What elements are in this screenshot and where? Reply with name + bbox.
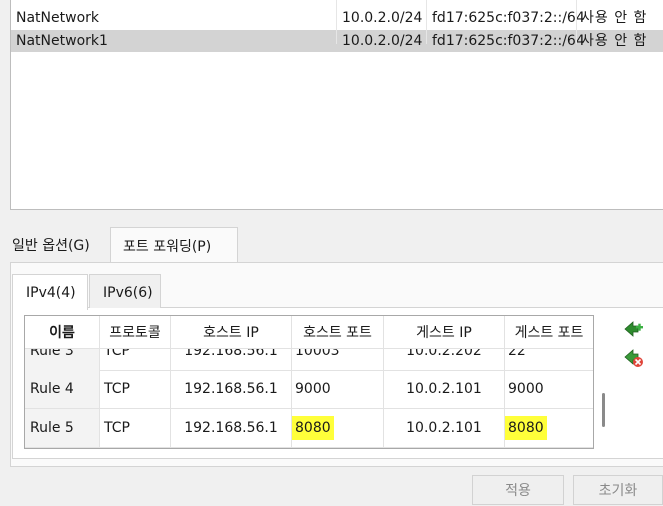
table-row[interactable]: Rule 5 TCP 192.168.56.1 8080 10.0.2.101 …	[25, 409, 593, 448]
rule-guest-port[interactable]: 9000	[505, 370, 593, 408]
rule-guest-ip[interactable]: 10.0.2.101	[384, 409, 505, 447]
network-ipv6: fd17:625c:f037:2::/64	[432, 33, 585, 49]
column-divider	[336, 0, 337, 44]
rule-protocol[interactable]: TCP	[100, 370, 171, 408]
rule-guest-ip[interactable]: 10.0.2.101	[384, 370, 505, 408]
rule-host-port-cell[interactable]: 8080	[292, 409, 384, 447]
network-row-selected[interactable]: NatNetwork1 10.0.2.0/24 fd17:625c:f037:2…	[11, 30, 663, 52]
tab-ipv4[interactable]: IPv4(4)	[12, 274, 88, 310]
tab-general-options[interactable]: 일반 옵션(G)	[0, 227, 108, 262]
column-header-protocol[interactable]: 프로토콜	[100, 316, 171, 348]
column-header-guest-port[interactable]: 게스트 포트	[505, 316, 593, 348]
table-row[interactable]: Rule 4 TCP 192.168.56.1 9000 10.0.2.101 …	[25, 370, 593, 409]
network-row[interactable]: NatNetwork 10.0.2.0/24 fd17:625c:f037:2:…	[11, 7, 663, 29]
port-forwarding-table[interactable]: Rule 3 TCP 192.168.56.1 10003 10.0.2.202…	[24, 315, 594, 449]
network-ipv6: fd17:625c:f037:2::/64	[432, 10, 585, 26]
add-rule-icon[interactable]	[624, 320, 644, 340]
network-ipv4: 10.0.2.0/24	[342, 33, 423, 49]
column-header-host-ip[interactable]: 호스트 IP	[171, 316, 292, 348]
rule-guest-port-cell[interactable]: 8080	[505, 409, 593, 447]
nat-network-list[interactable]: NatNetwork 10.0.2.0/24 fd17:625c:f037:2:…	[10, 0, 663, 210]
rule-protocol[interactable]: TCP	[100, 409, 171, 447]
rule-name: Rule 5	[25, 409, 100, 447]
apply-button[interactable]: 적용	[472, 475, 564, 505]
network-name: NatNetwork1	[16, 33, 108, 49]
tab-port-forwarding[interactable]: 포트 포워딩(P)	[110, 227, 238, 262]
remove-rule-icon[interactable]	[624, 348, 644, 368]
network-ipv4: 10.0.2.0/24	[342, 10, 423, 26]
column-header-name[interactable]: 이름	[25, 316, 100, 348]
rule-guest-port: 8080	[505, 416, 547, 440]
rule-host-port[interactable]: 9000	[292, 370, 384, 408]
column-divider	[576, 0, 577, 44]
rule-host-ip[interactable]: 192.168.56.1	[171, 370, 292, 408]
table-header: 이름 프로토콜 호스트 IP 호스트 포트 게스트 IP 게스트 포트	[25, 316, 593, 349]
rule-name: Rule 4	[25, 370, 100, 408]
column-header-host-port[interactable]: 호스트 포트	[292, 316, 384, 348]
tab-ipv6[interactable]: IPv6(6)	[89, 274, 161, 308]
network-name: NatNetwork	[16, 10, 99, 26]
column-divider	[426, 0, 427, 44]
network-status: 사용 안 함	[581, 33, 648, 49]
rule-host-ip[interactable]: 192.168.56.1	[171, 409, 292, 447]
rule-host-port: 8080	[292, 416, 334, 440]
settings-tabbar: 일반 옵션(G) 포트 포워딩(P)	[0, 227, 663, 262]
column-header-guest-ip[interactable]: 게스트 IP	[384, 316, 505, 348]
network-status: 사용 안 함	[581, 10, 648, 26]
table-scrollbar[interactable]	[602, 393, 605, 427]
reset-button[interactable]: 초기화	[573, 475, 663, 505]
